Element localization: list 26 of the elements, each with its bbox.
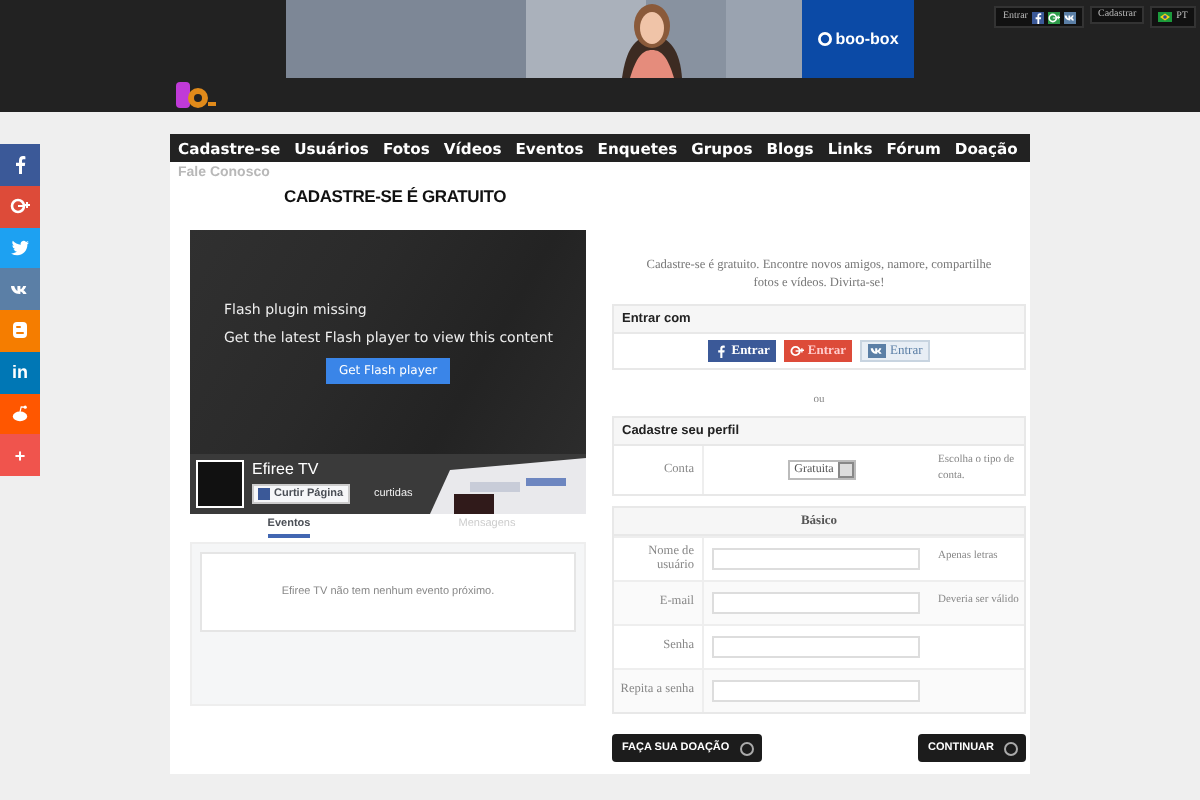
input-field[interactable] [712, 547, 920, 570]
vk-icon [870, 343, 885, 358]
facebook-icon [1031, 11, 1044, 23]
input-field[interactable] [712, 591, 920, 614]
ad-brand: boo-box [835, 30, 899, 48]
facebook-icon [10, 154, 30, 175]
facebook-icon [713, 343, 728, 358]
share-button[interactable] [0, 268, 40, 310]
vk-icon [1063, 11, 1076, 23]
page-heading: CADASTRE-SE É GRATUITO [284, 184, 506, 206]
bird-icon [10, 237, 30, 258]
share-button[interactable] [0, 393, 40, 435]
share-button[interactable] [0, 227, 40, 269]
share-button[interactable] [0, 185, 40, 227]
reddit-alien-icon [10, 403, 30, 424]
input-field[interactable] [712, 635, 920, 658]
input-field[interactable] [712, 679, 920, 702]
google-plus-icon [789, 343, 804, 358]
share-button[interactable] [0, 144, 40, 186]
blogger-icon [10, 320, 30, 341]
google-plus-icon [1047, 11, 1060, 23]
page-name[interactable]: Efiree TV [252, 460, 319, 478]
flag-icon [1158, 12, 1173, 22]
google-plus-icon [10, 196, 30, 217]
page-thumbnail [196, 460, 244, 508]
share-button[interactable]: in [0, 351, 40, 393]
